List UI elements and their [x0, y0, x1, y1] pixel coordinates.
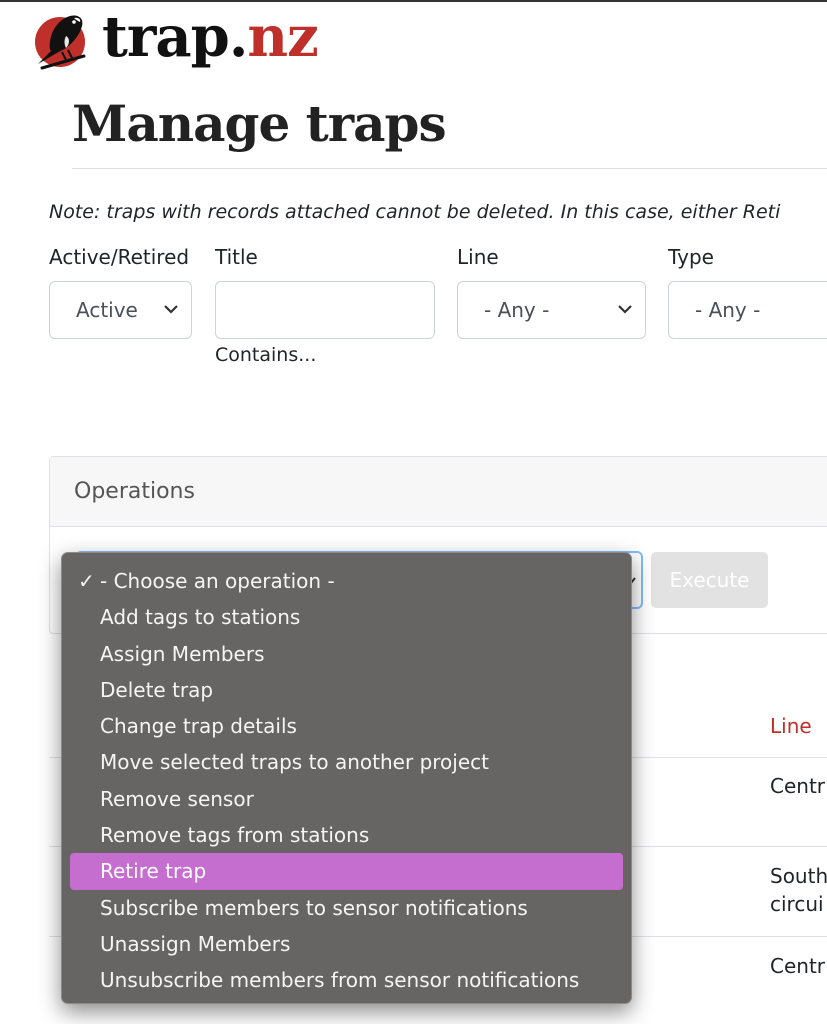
delete-note: Note: traps with records attached cannot… [49, 201, 781, 223]
menu-item-unassign-members[interactable]: Unassign Members [70, 926, 623, 962]
checkmark-icon: ✓ [78, 569, 95, 593]
top-border [0, 0, 827, 2]
menu-item-label: Unassign Members [100, 931, 291, 956]
title-filter-help: Contains... [215, 344, 317, 366]
menu-item-subscribe-members[interactable]: Subscribe members to sensor notification… [70, 890, 623, 926]
operations-title: Operations [74, 479, 195, 504]
menu-item-add-tags[interactable]: Add tags to stations [70, 599, 623, 635]
title-filter-input[interactable] [215, 281, 435, 339]
menu-item-label: - Choose an operation - [100, 569, 335, 593]
menu-item-label: Delete trap [100, 677, 214, 702]
active-retired-label: Active/Retired [49, 245, 190, 269]
title-filter-label: Title [215, 245, 258, 269]
logo-text-main: trap. [102, 4, 248, 70]
table-cell-line: South [770, 864, 827, 888]
menu-item-remove-sensor[interactable]: Remove sensor [70, 781, 623, 817]
logo-text: trap.nz [102, 9, 319, 65]
type-filter-label: Type [668, 245, 714, 269]
menu-item-remove-tags[interactable]: Remove tags from stations [70, 817, 623, 853]
menu-item-label: Add tags to stations [100, 605, 301, 630]
menu-item-unsubscribe-members[interactable]: Unsubscribe members from sensor notifica… [70, 962, 623, 998]
line-filter-select[interactable]: - Any - [457, 281, 646, 339]
line-filter-label: Line [457, 245, 499, 269]
menu-item-label: Unsubscribe members from sensor notifica… [100, 968, 580, 993]
operation-dropdown-menu: ✓ - Choose an operation - Add tags to sta… [61, 552, 632, 1004]
operations-header: Operations [50, 457, 827, 527]
type-filter-value: - Any - [695, 298, 761, 322]
page-title: Manage traps [72, 94, 447, 153]
execute-button[interactable]: Execute [651, 552, 768, 608]
site-logo[interactable]: trap.nz [26, 6, 319, 76]
type-filter-select[interactable]: - Any - [668, 281, 827, 339]
bird-logo-icon [35, 15, 86, 70]
menu-item-change-trap-details[interactable]: Change trap details [70, 708, 623, 744]
table-cell-line-cont: circui [770, 892, 824, 916]
menu-item-retire-trap[interactable]: Retire trap [70, 853, 623, 890]
active-retired-select[interactable]: Active [49, 281, 192, 339]
menu-item-label: Subscribe members to sensor notification… [100, 895, 528, 920]
chevron-down-icon [164, 305, 178, 314]
menu-item-label: Move selected traps to another project [100, 750, 489, 775]
table-cell-line: Centr [770, 954, 826, 978]
menu-item-move-traps[interactable]: Move selected traps to another project [70, 744, 623, 780]
menu-item-delete-trap[interactable]: Delete trap [70, 672, 623, 708]
line-filter-value: - Any - [484, 298, 550, 322]
menu-item-assign-members[interactable]: Assign Members [70, 636, 623, 672]
menu-item-label: Remove sensor [100, 786, 254, 811]
active-retired-value: Active [76, 298, 138, 322]
table-header-line[interactable]: Line [770, 714, 812, 738]
menu-item-label: Change trap details [100, 714, 297, 739]
menu-item-choose-operation[interactable]: ✓ - Choose an operation - [70, 563, 623, 599]
chevron-down-icon [618, 305, 632, 314]
table-cell-line: Centr [770, 774, 826, 798]
title-divider [72, 168, 827, 169]
menu-item-label: Remove tags from stations [100, 823, 370, 848]
logo-text-tld: nz [247, 4, 319, 70]
menu-item-label: Assign Members [100, 641, 265, 666]
menu-item-label: Retire trap [100, 859, 207, 884]
